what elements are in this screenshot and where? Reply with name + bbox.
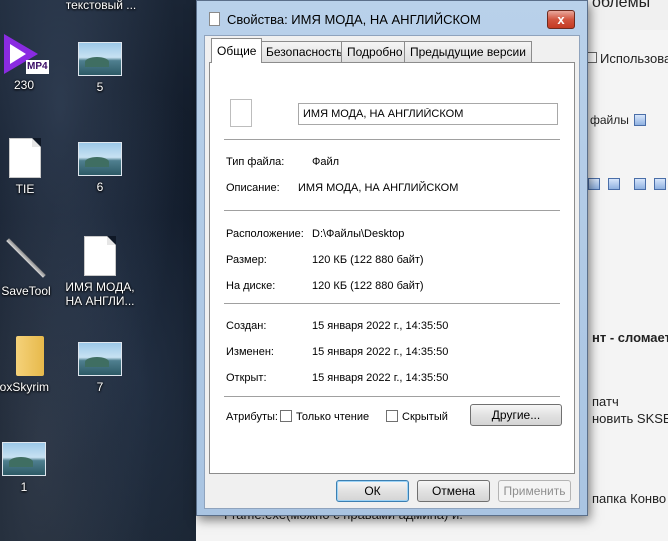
general-tab-panel: Тип файла: Файл Описание: ИМЯ МОДА, НА А… [209, 62, 575, 474]
desktop-icon-savetool[interactable]: SaveTool [0, 236, 66, 298]
document-icon [9, 138, 41, 178]
tab-details[interactable]: Подробно [341, 41, 409, 62]
tab-general[interactable]: Общие [211, 38, 263, 63]
desktop: текстовый ... MP4 230 5 TIE 6 SaveTool И… [0, 0, 200, 541]
hidden-checkbox[interactable] [386, 410, 398, 422]
button-label: Отмена [431, 484, 476, 498]
desktop-icon-label: TIE [15, 182, 35, 196]
opened-label: Открыт: [226, 372, 267, 384]
sword-icon [4, 236, 48, 280]
desktop-icon-7[interactable]: 7 [60, 342, 140, 394]
type-value: Файл [312, 156, 340, 168]
toolbar-icon[interactable] [588, 178, 600, 190]
created-label: Создан: [226, 320, 267, 332]
location-value: D:\Файлы\Desktop [312, 228, 405, 240]
toolbar-icon[interactable] [634, 114, 646, 126]
desktop-icon-label: 5 [96, 80, 104, 94]
file-name-input[interactable] [298, 103, 558, 125]
hidden-label: Скрытый [402, 411, 448, 423]
mp4-badge: MP4 [26, 60, 49, 74]
desktop-icon-label: 6 [96, 180, 104, 194]
desktop-icon-label: 7 [96, 380, 104, 394]
modified-value: 15 января 2022 г., 14:35:50 [312, 346, 449, 358]
desktop-icon-230[interactable]: MP4 230 [0, 34, 64, 92]
created-value: 15 января 2022 г., 14:35:50 [312, 320, 449, 332]
description-label: Описание: [226, 182, 280, 194]
dialog-titlebar[interactable]: Свойства: ИМЯ МОДА, НА АНГЛИЙСКОМ x [197, 1, 587, 35]
tab-label: Предыдущие версии [410, 45, 526, 59]
folder-icon [16, 336, 44, 376]
attributes-label: Атрибуты: [226, 411, 278, 423]
properties-dialog: Свойства: ИМЯ МОДА, НА АНГЛИЙСКОМ x Общи… [196, 0, 588, 516]
tab-label: Подробно [347, 45, 403, 59]
button-label: Другие... [491, 408, 541, 422]
location-label: Расположение: [226, 228, 304, 240]
divider [224, 396, 560, 397]
background-text-fragment: нт - сломает [592, 330, 668, 345]
desktop-icon-1[interactable]: 1 [0, 442, 64, 494]
background-checkbox-label: Использоват [600, 51, 668, 66]
video-file-icon: MP4 [4, 34, 49, 74]
desktop-icon-label: xboxSkyrim [0, 380, 49, 394]
divider [224, 303, 560, 304]
desktop-icon-label: ИМЯ МОДА, НА АНГЛИ... [65, 280, 135, 308]
divider [224, 210, 560, 211]
file-icon [209, 12, 220, 26]
cancel-button[interactable]: Отмена [417, 480, 490, 502]
toolbar-icon[interactable] [634, 178, 646, 190]
close-icon: x [557, 12, 565, 27]
tab-previous-versions[interactable]: Предыдущие версии [404, 41, 532, 62]
image-thumbnail-icon [78, 142, 122, 176]
desktop-icon-label: текстовый ... [65, 0, 137, 12]
opened-value: 15 января 2022 г., 14:35:50 [312, 372, 449, 384]
tab-label: Безопасность [266, 45, 343, 59]
desktop-icon-5[interactable]: 5 [60, 42, 140, 94]
ok-button[interactable]: ОК [336, 480, 409, 502]
image-thumbnail-icon [2, 442, 46, 476]
background-heading-fragment: облемы [592, 0, 651, 11]
description-value: ИМЯ МОДА, НА АНГЛИЙСКОМ [298, 182, 459, 194]
toolbar-icon[interactable] [608, 178, 620, 190]
background-files-label[interactable]: файлы [590, 113, 629, 127]
desktop-icon-text-file[interactable]: текстовый ... [61, 0, 141, 12]
advanced-attributes-button[interactable]: Другие... [470, 404, 562, 426]
close-button[interactable]: x [547, 10, 575, 29]
readonly-checkbox[interactable] [280, 410, 292, 422]
desktop-icon-xboxskyrim[interactable]: xboxSkyrim [0, 336, 58, 394]
desktop-icon-6[interactable]: 6 [60, 142, 140, 194]
size-label: Размер: [226, 254, 267, 266]
desktop-icon-label: SaveTool [1, 284, 51, 298]
divider [224, 139, 560, 140]
document-icon [84, 236, 116, 276]
file-icon [230, 99, 252, 127]
dialog-client-area: Общие Безопасность Подробно Предыдущие в… [204, 35, 580, 509]
button-label: Применить [503, 484, 566, 498]
dialog-title: Свойства: ИМЯ МОДА, НА АНГЛИЙСКОМ [227, 12, 481, 27]
apply-button[interactable]: Применить [498, 480, 571, 502]
on-disk-value: 120 КБ (122 880 байт) [312, 280, 424, 292]
background-text-fragment: патч [592, 394, 619, 409]
background-text-fragment: новить SKSE [592, 411, 668, 426]
tab-security[interactable]: Безопасность [260, 41, 349, 62]
desktop-icon-tie[interactable]: TIE [0, 138, 65, 196]
toolbar-icon[interactable] [654, 178, 666, 190]
on-disk-label: На диске: [226, 280, 276, 292]
button-label: ОК [364, 484, 381, 498]
type-label: Тип файла: [226, 156, 285, 168]
readonly-label: Только чтение [296, 411, 370, 423]
tab-label: Общие [217, 44, 257, 58]
image-thumbnail-icon [78, 42, 122, 76]
desktop-icon-label: 230 [13, 78, 35, 92]
size-value: 120 КБ (122 880 байт) [312, 254, 424, 266]
modified-label: Изменен: [226, 346, 274, 358]
desktop-icon-mod-name[interactable]: ИМЯ МОДА, НА АНГЛИ... [60, 236, 140, 308]
image-thumbnail-icon [78, 342, 122, 376]
desktop-icon-label: 1 [20, 480, 28, 494]
background-text-fragment: папка Конво [592, 491, 667, 506]
